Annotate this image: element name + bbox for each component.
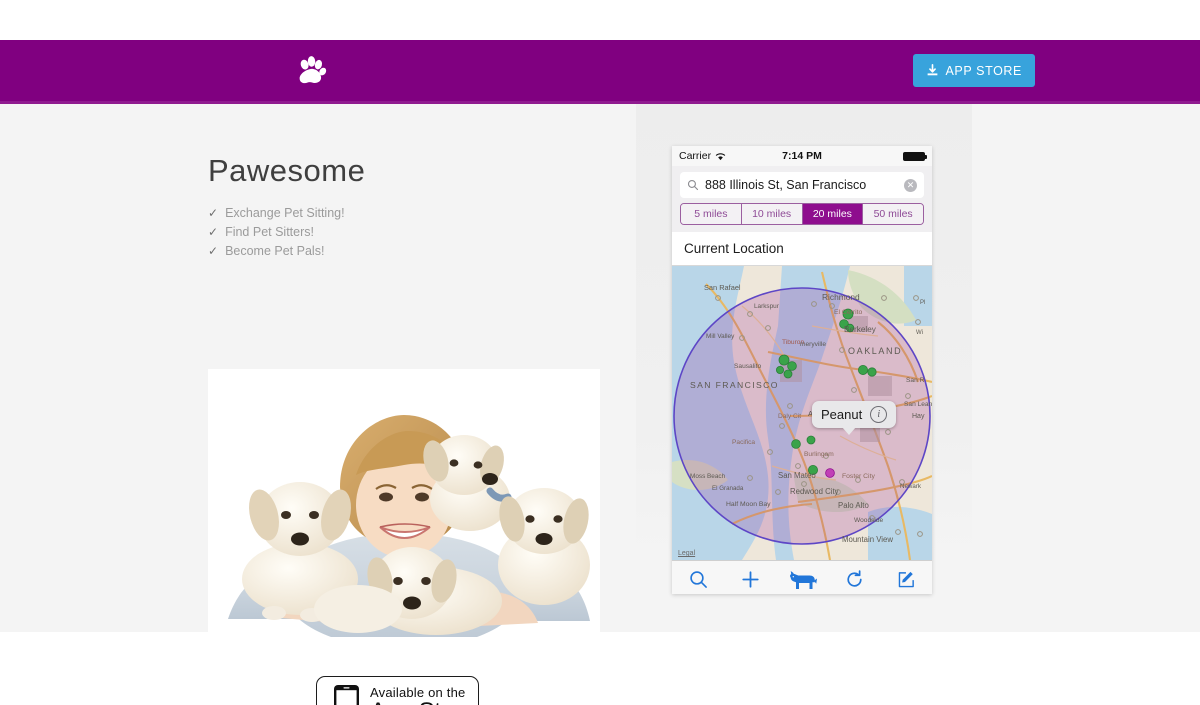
feature-label: Exchange Pet Sitting! <box>225 206 345 221</box>
svg-text:San Rafael: San Rafael <box>704 283 741 292</box>
svg-text:Newark: Newark <box>900 483 922 490</box>
refresh-icon <box>846 570 862 587</box>
search-input[interactable]: 888 Illinois St, San Francisco ✕ <box>680 172 924 198</box>
svg-text:Redwood City: Redwood City <box>790 487 839 496</box>
svg-text:SAN FRANCISCO: SAN FRANCISCO <box>690 380 779 390</box>
segment-20-miles[interactable]: 20 miles <box>802 204 864 224</box>
segment-5-miles[interactable]: 5 miles <box>681 204 742 224</box>
segment-10-miles[interactable]: 10 miles <box>741 204 803 224</box>
svg-text:Berkeley: Berkeley <box>844 325 877 334</box>
main-inner: Pawesome ✓ Exchange Pet Sitting! ✓ Find … <box>0 104 1200 705</box>
check-icon: ✓ <box>208 206 219 221</box>
radius-segmented-row: 5 miles 10 miles 20 miles 50 miles <box>672 203 932 232</box>
dog-icon <box>790 570 817 589</box>
check-icon: ✓ <box>208 225 219 240</box>
top-white-strip <box>0 0 1200 40</box>
svg-text:San Mateo: San Mateo <box>778 471 816 480</box>
svg-text:Pacifica: Pacifica <box>732 439 755 446</box>
svg-text:Larkspur: Larkspur <box>754 303 780 310</box>
battery-full-icon <box>903 151 927 161</box>
phone-mockup: Carrier 7:14 PM 888 Illinois St, San Fra… <box>672 146 932 594</box>
svg-text:Palo Alto: Palo Alto <box>838 501 869 510</box>
segment-50-miles[interactable]: 50 miles <box>863 204 923 224</box>
callout-title: Peanut <box>821 407 863 422</box>
feature-label: Become Pet Pals! <box>225 244 325 259</box>
svg-text:Sausalito: Sausalito <box>734 363 761 370</box>
feature-item: ✓ Become Pet Pals! <box>208 242 600 261</box>
info-circle-icon[interactable]: i <box>870 406 888 423</box>
site-header: APP STORE <box>0 40 1200 104</box>
header-app-store-button[interactable]: APP STORE <box>912 54 1035 87</box>
svg-text:San Leand: San Leand <box>904 401 932 408</box>
section-header-current-location: Current Location <box>672 232 932 266</box>
status-bar-right <box>903 151 927 161</box>
svg-text:Foster City: Foster City <box>842 473 875 480</box>
status-bar-time: 7:14 PM <box>782 150 822 162</box>
svg-text:Moss Beach: Moss Beach <box>690 473 726 480</box>
svg-text:OAKLAND: OAKLAND <box>848 346 902 356</box>
svg-text:San R: San R <box>906 377 925 384</box>
check-icon: ✓ <box>208 244 219 259</box>
plus-icon <box>741 571 759 588</box>
badge-line-2: App Store <box>370 699 475 705</box>
main-section: Pawesome ✓ Exchange Pet Sitting! ✓ Find … <box>0 104 1200 705</box>
tab-pets[interactable] <box>776 561 828 594</box>
iphone-icon <box>334 685 359 705</box>
svg-text:Mountain View: Mountain View <box>842 535 893 544</box>
page-title: Pawesome <box>208 153 366 188</box>
clear-icon[interactable]: ✕ <box>904 178 917 192</box>
search-row: 888 Illinois St, San Francisco ✕ <box>672 166 932 203</box>
feature-item: ✓ Find Pet Sitters! <box>208 223 600 242</box>
feature-item: ✓ Exchange Pet Sitting! <box>208 204 600 223</box>
badge-line-1: Available on the <box>370 684 466 700</box>
tab-compose[interactable] <box>880 561 932 594</box>
svg-text:meryville: meryville <box>800 341 826 348</box>
svg-text:Half Moon Bay: Half Moon Bay <box>726 501 771 508</box>
download-icon <box>926 64 939 77</box>
svg-text:Daly Cit: Daly Cit <box>778 413 801 420</box>
phone-status-bar: Carrier 7:14 PM <box>672 146 932 166</box>
map-callout-peanut[interactable]: Peanut i <box>812 401 897 435</box>
radius-segmented-control[interactable]: 5 miles 10 miles 20 miles 50 miles <box>680 203 924 225</box>
hero-photo <box>208 369 600 654</box>
footer-white-strip <box>0 632 1200 702</box>
svg-text:El Granada: El Granada <box>712 485 744 492</box>
header-app-store-label: APP STORE <box>945 63 1022 78</box>
map-legal-link[interactable]: Legal <box>678 550 695 557</box>
svg-text:Wi: Wi <box>916 330 923 336</box>
app-store-badge-wrap: Available on the App Store <box>316 676 479 705</box>
tab-add[interactable] <box>724 561 776 594</box>
svg-text:Woodside: Woodside <box>854 517 884 524</box>
map-view[interactable]: San Rafael Larkspur Mill Valley Tiburon … <box>672 266 932 560</box>
app-store-badge[interactable]: Available on the App Store <box>316 676 479 705</box>
feature-label: Find Pet Sitters! <box>225 225 314 240</box>
svg-text:El Cerrito: El Cerrito <box>834 309 863 316</box>
svg-text:Pl: Pl <box>920 300 925 306</box>
hero-text-column: Pawesome ✓ Exchange Pet Sitting! ✓ Find … <box>208 153 600 261</box>
paw-icon[interactable] <box>288 48 334 94</box>
header-inner: APP STORE <box>100 40 1100 101</box>
svg-text:Richmond: Richmond <box>822 292 860 302</box>
tab-refresh[interactable] <box>828 561 880 594</box>
search-icon <box>687 179 699 191</box>
svg-text:Burlingam: Burlingam <box>804 451 834 458</box>
svg-text:Hay: Hay <box>912 413 925 420</box>
search-input-value: 888 Illinois St, San Francisco <box>705 178 867 192</box>
tab-search[interactable] <box>672 561 724 594</box>
compose-icon <box>898 571 914 588</box>
svg-text:Mill Valley: Mill Valley <box>706 333 735 340</box>
feature-list: ✓ Exchange Pet Sitting! ✓ Find Pet Sitte… <box>208 204 600 261</box>
page-root: APP STORE Pawesome ✓ Exchange Pet Sittin… <box>0 0 1200 705</box>
badge-text: Available on the App Store <box>370 686 475 705</box>
search-icon <box>689 571 707 588</box>
phone-tab-bar <box>672 560 932 594</box>
